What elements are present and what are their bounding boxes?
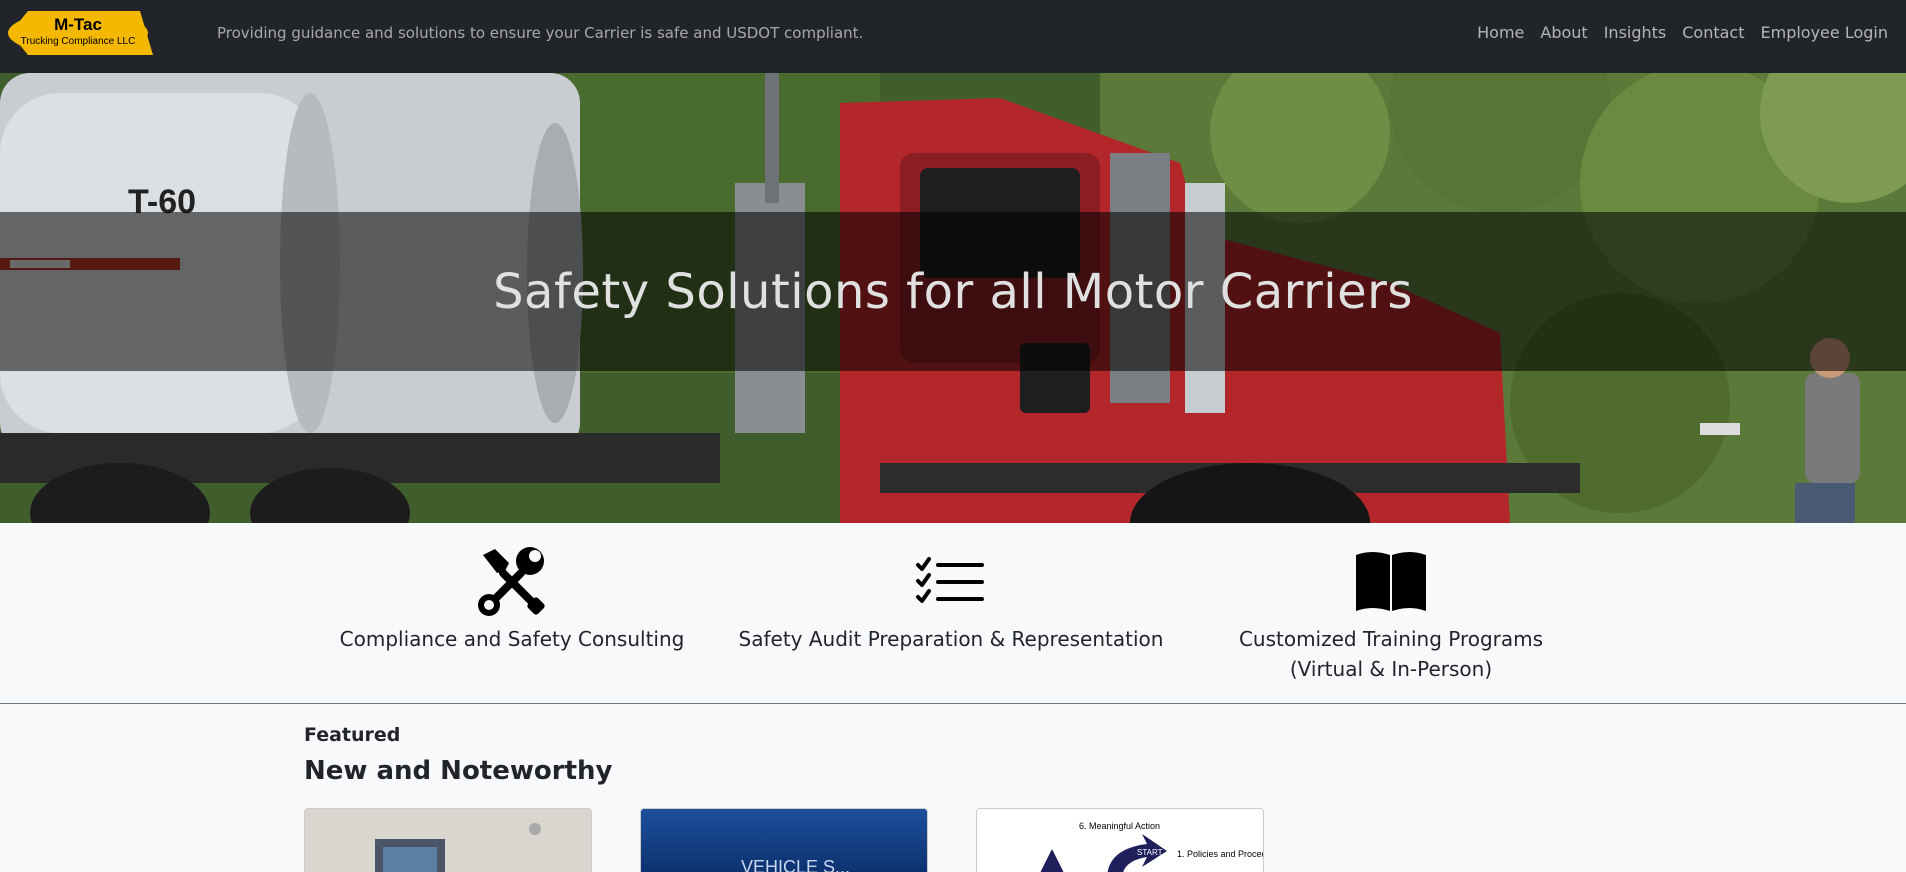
featured-card-2[interactable]: VEHICLE S... <box>640 808 928 872</box>
nav-home[interactable]: Home <box>1477 23 1524 42</box>
service-consulting[interactable]: Compliance and Safety Consulting <box>292 545 732 654</box>
services-section: Compliance and Safety Consulting Safety … <box>0 523 1906 704</box>
featured-title: New and Noteworthy <box>304 756 613 786</box>
hero-overlay: Safety Solutions for all Motor Carriers <box>0 212 1906 371</box>
diagram-step-6: 6. Meaningful Action <box>1079 821 1160 831</box>
nav-about[interactable]: About <box>1540 23 1587 42</box>
hero-title: Safety Solutions for all Motor Carriers <box>493 263 1413 320</box>
service-label-audit: Safety Audit Preparation & Representatio… <box>738 627 1164 651</box>
featured-card-3[interactable]: 6. Meaningful Action START 1. Policies a… <box>976 808 1264 872</box>
service-audit[interactable]: Safety Audit Preparation & Representatio… <box>731 545 1171 654</box>
nav-insights[interactable]: Insights <box>1604 23 1667 42</box>
classroom-photo <box>305 809 591 872</box>
service-label-training-line2: (Virtual & In-Person) <box>1289 657 1493 681</box>
card-2-text: VEHICLE S... <box>741 857 850 872</box>
service-label-consulting: Compliance and Safety Consulting <box>339 627 685 651</box>
logo-subtitle: Trucking Compliance LLC <box>21 36 136 47</box>
service-label-training: Customized Training Programs (Virtual & … <box>1171 624 1611 684</box>
nav-links: Home About Insights Contact Employee Log… <box>1477 23 1888 42</box>
diagram-start: START <box>1137 848 1163 857</box>
tools-icon <box>478 547 545 616</box>
featured-card-1[interactable] <box>304 808 592 872</box>
vehicle-safety-banner: VEHICLE S... <box>641 809 927 872</box>
book-icon <box>1356 552 1426 611</box>
featured-label: Featured <box>304 724 401 746</box>
diagram-step-1: 1. Policies and Procedures <box>1177 849 1264 859</box>
service-training[interactable]: Customized Training Programs (Virtual & … <box>1171 545 1611 684</box>
navbar: M-Tac Trucking Compliance LLC Providing … <box>0 0 1906 73</box>
service-label-training-line1: Customized Training Programs <box>1238 627 1544 651</box>
checklist-icon <box>916 557 984 603</box>
nav-contact[interactable]: Contact <box>1682 23 1744 42</box>
hero-banner: T-60 Safety Solutions for all Motor Carr… <box>0 73 1906 523</box>
company-logo[interactable]: M-Tac Trucking Compliance LLC <box>8 9 153 57</box>
nav-employee-login[interactable]: Employee Login <box>1761 23 1889 42</box>
site-tagline: Providing guidance and solutions to ensu… <box>217 24 864 42</box>
safety-cycle-diagram: 6. Meaningful Action START 1. Policies a… <box>977 809 1264 872</box>
logo-title: M-Tac <box>54 15 102 34</box>
